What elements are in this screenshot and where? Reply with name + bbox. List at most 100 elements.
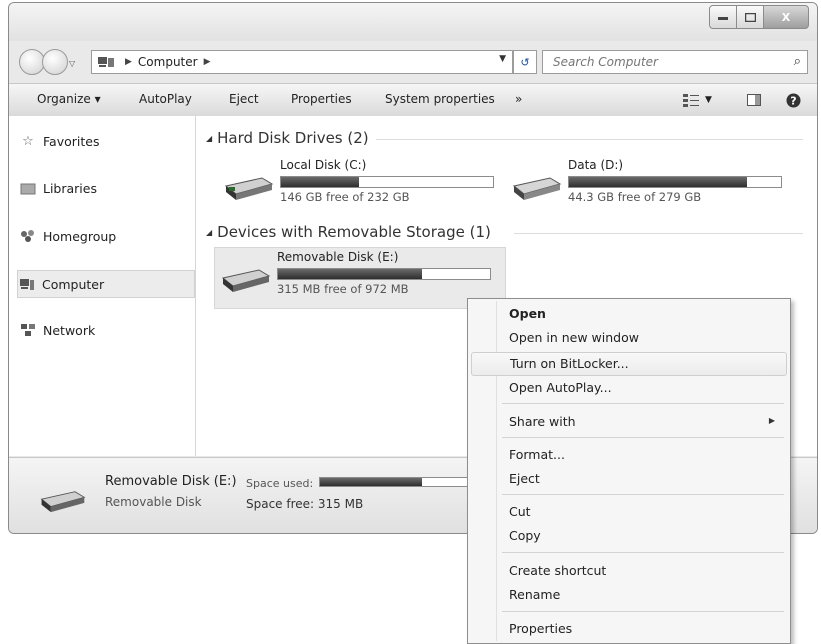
menu-item-eject[interactable]: Eject bbox=[471, 468, 785, 490]
preview-pane-button[interactable] bbox=[747, 91, 761, 109]
group-header-removable[interactable]: ◢ Devices with Removable Storage (1) bbox=[206, 223, 491, 241]
menu-separator bbox=[502, 611, 784, 612]
menu-item-label: Copy bbox=[509, 528, 541, 543]
sidebar-item-computer[interactable]: Computer bbox=[17, 270, 195, 298]
computer-icon bbox=[97, 56, 115, 68]
drive-name: Local Disk (C:) bbox=[280, 158, 367, 172]
menu-item-label: Share with bbox=[509, 414, 576, 429]
menu-item-rename[interactable]: Rename bbox=[471, 584, 785, 606]
minimize-button[interactable] bbox=[709, 5, 737, 29]
breadcrumb-computer[interactable]: Computer bbox=[138, 55, 198, 69]
menu-separator bbox=[502, 494, 784, 495]
breadcrumb-arrow-icon[interactable]: ▶ bbox=[125, 57, 132, 67]
minimize-icon bbox=[718, 17, 728, 20]
maximize-button[interactable] bbox=[737, 5, 764, 29]
address-bar[interactable]: ▶ Computer ▶ ▼ bbox=[91, 50, 513, 74]
menu-item-label: Properties bbox=[509, 621, 573, 636]
menu-item-label: Open AutoPlay... bbox=[509, 380, 612, 395]
recent-pages-dropdown[interactable]: ▽ bbox=[69, 59, 75, 68]
sidebar-item-label: Homegroup bbox=[43, 228, 117, 244]
refresh-icon: ↺ bbox=[520, 55, 530, 69]
menu-item-open-new-window[interactable]: Open in new window bbox=[471, 327, 785, 349]
search-icon[interactable]: ⌕ bbox=[794, 54, 801, 69]
menu-item-label: Create shortcut bbox=[509, 563, 607, 578]
menu-item-label: Open in new window bbox=[509, 330, 639, 345]
sidebar-item-favorites[interactable]: ☆ Favorites bbox=[19, 128, 195, 154]
sidebar-item-homegroup[interactable]: Homegroup bbox=[19, 223, 195, 249]
drive-d[interactable]: Data (D:) 44.3 GB free of 279 GB bbox=[506, 156, 796, 212]
svg-text:?: ? bbox=[790, 94, 796, 107]
computer-icon bbox=[18, 276, 36, 292]
menu-item-format[interactable]: Format... bbox=[471, 444, 785, 466]
library-icon bbox=[19, 180, 37, 196]
autoplay-button[interactable]: AutoPlay bbox=[139, 92, 192, 106]
usage-fill bbox=[569, 177, 748, 187]
menu-item-open-autoplay[interactable]: Open AutoPlay... bbox=[471, 377, 785, 399]
menu-item-cut[interactable]: Cut bbox=[471, 501, 785, 523]
sidebar-item-network[interactable]: Network bbox=[19, 317, 195, 343]
system-properties-button[interactable]: System properties bbox=[385, 92, 495, 106]
menu-item-bitlocker[interactable]: Turn on BitLocker... bbox=[471, 352, 787, 376]
star-icon: ☆ bbox=[22, 133, 34, 149]
drive-usage-bar bbox=[568, 176, 782, 188]
menu-item-create-shortcut[interactable]: Create shortcut bbox=[471, 560, 785, 582]
details-type: Removable Disk bbox=[105, 495, 202, 509]
maximize-icon bbox=[744, 12, 756, 22]
drive-free-space: 44.3 GB free of 279 GB bbox=[568, 190, 702, 204]
menu-item-open[interactable]: Open bbox=[471, 303, 785, 325]
drive-name: Data (D:) bbox=[568, 158, 624, 172]
help-icon: ? bbox=[786, 93, 801, 107]
help-button[interactable]: ? bbox=[786, 91, 801, 109]
refresh-button[interactable]: ↺ bbox=[513, 50, 537, 74]
group-divider bbox=[514, 233, 803, 234]
close-button[interactable]: X bbox=[764, 5, 809, 29]
space-used-bar bbox=[319, 477, 471, 487]
navigation-bar: ▽ ▶ Computer ▶ ▼ ↺ ⌕ bbox=[9, 43, 817, 79]
title-bar[interactable]: X bbox=[9, 3, 817, 41]
organize-menu[interactable]: Organize ▾ bbox=[37, 92, 101, 106]
group-title: Hard Disk Drives (2) bbox=[217, 129, 369, 147]
menu-item-label: Open bbox=[509, 306, 546, 321]
network-icon bbox=[19, 322, 37, 338]
forward-button[interactable] bbox=[42, 49, 68, 75]
drive-e[interactable]: Removable Disk (E:) 315 MB free of 972 M… bbox=[214, 247, 506, 309]
removable-disk-icon bbox=[221, 269, 271, 292]
search-box[interactable]: ⌕ bbox=[542, 50, 808, 74]
group-header-hard-disks[interactable]: ◢ Hard Disk Drives (2) bbox=[206, 129, 369, 147]
properties-button[interactable]: Properties bbox=[291, 92, 352, 106]
eject-button[interactable]: Eject bbox=[229, 92, 259, 106]
chevron-down-icon: ▼ bbox=[705, 95, 712, 105]
menu-item-properties[interactable]: Properties bbox=[471, 618, 785, 640]
menu-item-copy[interactable]: Copy bbox=[471, 525, 785, 547]
sidebar-item-label: Libraries bbox=[43, 180, 97, 196]
more-commands-button[interactable]: » bbox=[515, 92, 522, 106]
sidebar-item-libraries[interactable]: Libraries bbox=[19, 175, 195, 201]
usage-fill bbox=[281, 177, 360, 187]
navigation-pane: ☆ Favorites Libraries Homegroup Computer… bbox=[9, 116, 196, 456]
menu-item-label: Format... bbox=[509, 447, 565, 462]
preview-pane-icon bbox=[747, 94, 761, 106]
organize-label: Organize bbox=[37, 92, 91, 106]
space-free-label: Space free: 315 MB bbox=[246, 497, 364, 511]
change-view-button[interactable]: ▼ bbox=[683, 91, 712, 109]
context-menu: Open Open in new window Turn on BitLocke… bbox=[467, 298, 791, 644]
drive-free-space: 146 GB free of 232 GB bbox=[280, 190, 410, 204]
command-bar: Organize ▾ AutoPlay Eject Properties Sys… bbox=[9, 83, 817, 117]
sidebar-item-label: Computer bbox=[42, 276, 105, 292]
hard-disk-icon bbox=[224, 177, 274, 200]
search-input[interactable] bbox=[551, 54, 775, 70]
space-used-label: Space used: bbox=[246, 477, 314, 490]
drive-free-space: 315 MB free of 972 MB bbox=[277, 282, 409, 296]
menu-item-share-with[interactable]: Share with ▶ bbox=[471, 411, 785, 433]
menu-item-label: Eject bbox=[509, 471, 540, 486]
menu-item-label: Rename bbox=[509, 587, 561, 602]
drive-c[interactable]: Local Disk (C:) 146 GB free of 232 GB bbox=[218, 156, 508, 212]
menu-separator bbox=[502, 403, 784, 404]
removable-disk-icon bbox=[40, 491, 86, 513]
breadcrumb-arrow-icon[interactable]: ▶ bbox=[204, 57, 211, 67]
usage-fill bbox=[278, 269, 423, 279]
collapse-triangle-icon: ◢ bbox=[206, 133, 213, 143]
chevron-down-icon[interactable]: ▼ bbox=[499, 54, 506, 64]
submenu-arrow-icon: ▶ bbox=[768, 416, 775, 425]
menu-separator bbox=[502, 437, 784, 438]
